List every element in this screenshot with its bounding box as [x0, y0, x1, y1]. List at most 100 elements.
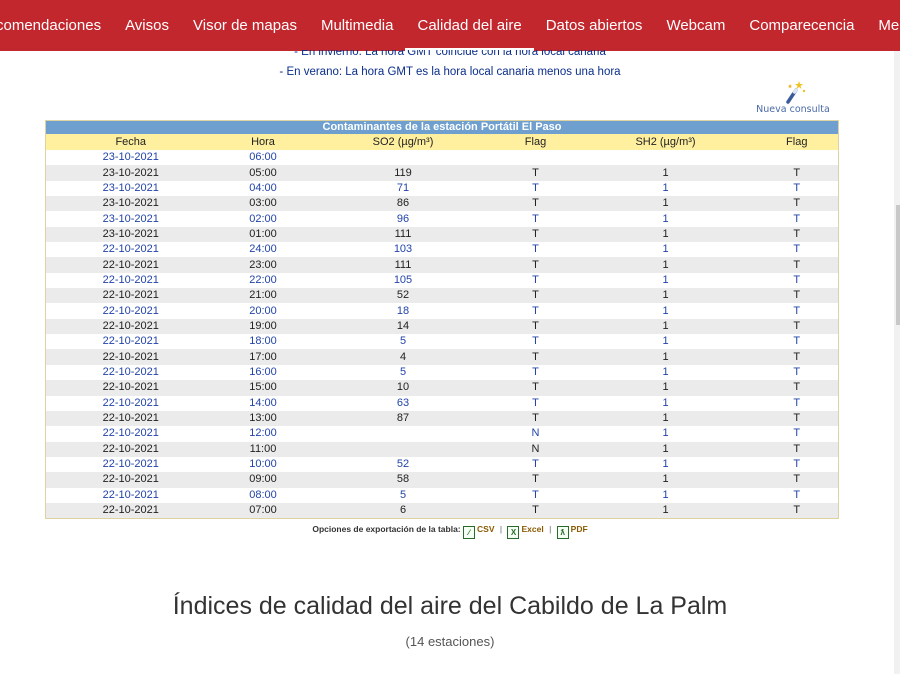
cell-fecha: 22-10-2021 [45, 257, 216, 273]
nav-item-calidad-del-aire[interactable]: Calidad del aire [405, 0, 534, 51]
pollutants-table: Contaminantes de la estación Portátil El… [45, 120, 840, 520]
table-row: 22-10-2021 24:00 103 T 1 T [45, 242, 839, 258]
scrollbar-thumb[interactable] [896, 205, 900, 325]
column-header-flag[interactable]: Flag [495, 134, 576, 150]
cell-hora: 06:00 [215, 150, 311, 166]
cell-flag-so2: T [495, 165, 576, 181]
cell-flag-sh2: T [755, 426, 839, 442]
separator: | [549, 524, 552, 534]
cell-so2: 63 [310, 395, 496, 411]
cell-fecha: 23-10-2021 [45, 180, 216, 197]
cell-sh2: 1 [575, 380, 756, 396]
cell-flag-sh2: T [755, 242, 839, 258]
table-row: 22-10-2021 21:00 52 T 1 T [45, 288, 839, 304]
cell-so2: 6 [310, 502, 496, 519]
nav-item-mehr[interactable]: Mehr▼ [866, 0, 900, 51]
cell-flag-so2: N [495, 426, 576, 442]
table-body: 23-10-2021 06:00 23-10-2021 05:00 119 T 1 T 23-1… [45, 150, 839, 519]
cell-flag-so2: T [495, 334, 576, 350]
cell-so2: 96 [310, 211, 496, 227]
cell-fecha: 22-10-2021 [45, 395, 216, 411]
cell-fecha: 22-10-2021 [45, 288, 216, 304]
nav-item-visor-de-mapas[interactable]: Visor de mapas [181, 0, 309, 51]
cell-so2: 52 [310, 288, 496, 304]
column-header-so2[interactable]: SO2 (µg/m³) [310, 134, 496, 150]
cell-hora: 16:00 [215, 364, 311, 381]
cell-fecha: 23-10-2021 [45, 196, 216, 212]
cell-flag-sh2: T [755, 318, 839, 335]
export-csv-link[interactable]: CSV [477, 524, 494, 534]
cell-flag-sh2 [755, 150, 839, 166]
table-row: 23-10-2021 02:00 96 T 1 T [45, 211, 839, 227]
cell-flag-sh2: T [755, 395, 839, 411]
cell-sh2: 1 [575, 165, 756, 181]
column-header-flag[interactable]: Flag [755, 134, 839, 150]
cell-flag-so2: T [495, 502, 576, 519]
nav-item-webcam[interactable]: Webcam [654, 0, 737, 51]
nav-item-datos-abiertos[interactable]: Datos abiertos [534, 0, 655, 51]
table-row: 22-10-2021 12:00 N 1 T [45, 426, 839, 442]
export-excel-link[interactable]: Excel [521, 524, 543, 534]
csv-file-icon[interactable]: ∕ [463, 526, 476, 539]
cell-flag-sh2: T [755, 288, 839, 304]
cell-flag-sh2: T [755, 272, 839, 289]
cell-flag-so2: T [495, 318, 576, 335]
cell-flag-so2: N [495, 441, 576, 457]
cell-flag-so2: T [495, 395, 576, 411]
cell-hora: 04:00 [215, 180, 311, 197]
cell-fecha: 22-10-2021 [45, 441, 216, 457]
cell-so2: 5 [310, 487, 496, 503]
cell-so2: 86 [310, 196, 496, 212]
table-row: 22-10-2021 09:00 58 T 1 T [45, 472, 839, 488]
cell-hora: 10:00 [215, 456, 311, 473]
cell-flag-so2: T [495, 349, 576, 365]
cell-hora: 05:00 [215, 165, 311, 181]
cell-flag-sh2: T [755, 364, 839, 381]
column-header-sh2[interactable]: SH2 (µg/m³) [575, 134, 756, 150]
nueva-consulta-button[interactable]: Nueva consulta [752, 78, 834, 115]
cell-sh2: 1 [575, 472, 756, 488]
cell-so2: 52 [310, 456, 496, 473]
cell-fecha: 22-10-2021 [45, 410, 216, 427]
export-pdf-link[interactable]: PDF [571, 524, 588, 534]
table-row: 22-10-2021 07:00 6 T 1 T [45, 502, 839, 519]
cell-flag-sh2: T [755, 456, 839, 473]
section-title: Índices de calidad del aire del Cabildo … [172, 592, 728, 620]
nav-item-recomendaciones[interactable]: comendaciones [0, 0, 113, 51]
cell-sh2: 1 [575, 196, 756, 212]
cell-hora: 23:00 [215, 257, 311, 273]
table-caption: Contaminantes de la estación Portátil El… [45, 120, 839, 134]
cell-hora: 03:00 [215, 196, 311, 212]
cell-flag-sh2: T [755, 441, 839, 457]
pdf-file-icon[interactable]: ƛ [556, 526, 569, 539]
cell-sh2: 1 [575, 334, 756, 350]
nav-item-comparecencia[interactable]: Comparecencia [737, 0, 866, 51]
nav-item-avisos[interactable]: Avisos [113, 0, 181, 51]
table-header-row: Fecha Hora SO2 (µg/m³) Flag SH2 (µg/m³) … [45, 134, 839, 150]
table-row: 23-10-2021 06:00 [45, 150, 839, 166]
cell-fecha: 22-10-2021 [45, 502, 216, 519]
scrollbar-track[interactable] [894, 51, 900, 674]
cell-sh2: 1 [575, 272, 756, 289]
cell-sh2: 1 [575, 318, 756, 335]
table-row: 22-10-2021 22:00 105 T 1 T [45, 272, 839, 289]
cell-hora: 12:00 [215, 426, 311, 442]
note-winter-text: - En invierno: La hora GMT coincide con … [294, 50, 606, 58]
top-navigation: comendaciones Avisos Visor de mapas Mult… [0, 0, 900, 51]
cell-so2: 87 [310, 410, 496, 427]
column-header-hora[interactable]: Hora [215, 134, 311, 150]
cell-so2: 18 [310, 303, 496, 319]
cell-flag-so2: T [495, 272, 576, 289]
cell-sh2: 1 [575, 226, 756, 243]
column-header-fecha[interactable]: Fecha [45, 134, 216, 150]
nav-item-multimedia[interactable]: Multimedia [309, 0, 406, 51]
cell-hora: 02:00 [215, 211, 311, 227]
table-row: 22-10-2021 16:00 5 T 1 T [45, 364, 839, 381]
cell-flag-sh2: T [755, 380, 839, 396]
cell-so2: 105 [310, 272, 496, 289]
cell-hora: 11:00 [215, 441, 311, 457]
cell-hora: 17:00 [215, 349, 311, 365]
cell-so2: 58 [310, 472, 496, 488]
excel-file-icon[interactable]: X [507, 526, 520, 539]
cell-sh2: 1 [575, 456, 756, 473]
